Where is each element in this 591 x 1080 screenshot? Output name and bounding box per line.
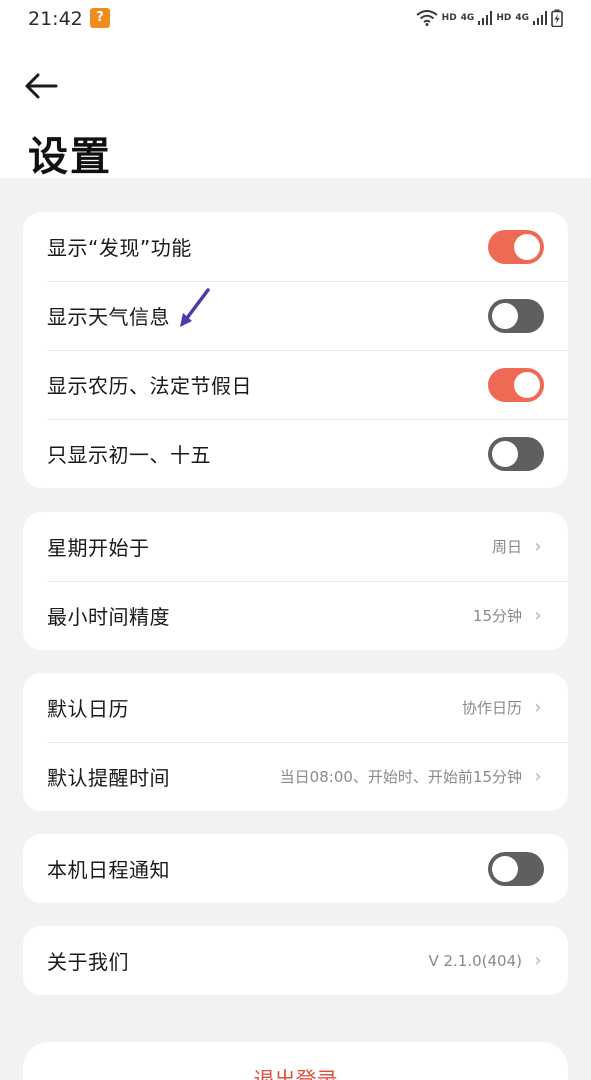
chevron-right-icon: ›: [534, 697, 542, 718]
chevron-right-icon: ›: [534, 766, 542, 787]
notification-card: 本机日程通知: [23, 834, 568, 903]
setting-row-week-start[interactable]: 星期开始于 周日 ›: [23, 512, 568, 581]
discover-toggle[interactable]: [488, 229, 544, 264]
hd-label-1: HD: [441, 13, 457, 23]
setting-value: 协作日历: [461, 699, 522, 717]
about-card: 关于我们 V 2.1.0(404) ›: [23, 926, 568, 995]
setting-row-time-precision[interactable]: 最小时间精度 15分钟 ›: [23, 581, 568, 650]
toggle-knob: [514, 233, 540, 260]
setting-label: 星期开始于: [47, 536, 150, 560]
setting-label: 默认提醒时间: [47, 766, 170, 790]
chevron-right-icon: ›: [534, 605, 542, 626]
network-label-1: 4G: [460, 13, 475, 23]
setting-row-first-fifteenth: 只显示初一、十五: [23, 419, 568, 488]
setting-label: 默认日历: [47, 697, 129, 721]
setting-label: 本机日程通知: [47, 858, 170, 882]
setting-label: 显示农历、法定节假日: [47, 374, 252, 398]
setting-label: 显示天气信息: [47, 305, 170, 329]
status-icons: HD 4G HD 4G: [416, 9, 563, 27]
signal-icon-2: [533, 11, 547, 25]
week-settings-card: 星期开始于 周日 › 最小时间精度 15分钟 ›: [23, 512, 568, 650]
page-title: 设置: [28, 134, 112, 180]
lunar-holidays-toggle[interactable]: [488, 367, 544, 402]
setting-value: 15分钟: [472, 607, 522, 625]
setting-label: 显示“发现”功能: [47, 236, 192, 260]
toggle-knob: [492, 855, 518, 882]
display-settings-card: 显示“发现”功能 显示天气信息 显示农历、法定节假日 只显示初一、十五: [23, 212, 568, 488]
setting-row-lunar-holidays: 显示农历、法定节假日: [23, 350, 568, 419]
wifi-icon: [416, 10, 438, 26]
status-bar: 21:42 ? HD 4G HD 4G: [0, 0, 591, 38]
setting-label: 关于我们: [47, 950, 129, 974]
setting-row-default-reminder[interactable]: 默认提醒时间 当日08:00、开始时、开始前15分钟 ›: [23, 742, 568, 811]
notification-badge-icon: ?: [90, 8, 110, 28]
signal-icon: [478, 11, 493, 25]
setting-row-local-notification: 本机日程通知: [23, 834, 568, 903]
network-label-2: 4G: [515, 13, 529, 23]
back-button[interactable]: [22, 66, 62, 106]
version-value: V 2.1.0(404): [428, 951, 522, 970]
chevron-right-icon: ›: [534, 950, 542, 971]
setting-row-about[interactable]: 关于我们 V 2.1.0(404) ›: [23, 926, 568, 995]
setting-value: 周日: [491, 538, 522, 556]
hd-label-2: HD: [496, 13, 512, 23]
logout-label: 退出登录: [253, 1068, 338, 1080]
battery-charging-icon: [551, 9, 563, 27]
setting-label: 最小时间精度: [47, 605, 170, 629]
setting-row-discover: 显示“发现”功能: [23, 212, 568, 281]
arrow-left-icon: [25, 73, 58, 99]
local-notification-toggle[interactable]: [488, 851, 544, 886]
header-area: 21:42 ? HD 4G HD 4G 设置: [0, 0, 591, 180]
weather-toggle[interactable]: [488, 298, 544, 333]
status-time: 21:42: [28, 8, 83, 30]
toggle-knob: [492, 302, 518, 329]
setting-row-weather: 显示天气信息: [23, 281, 568, 350]
first-fifteenth-toggle[interactable]: [488, 436, 544, 471]
setting-label: 只显示初一、十五: [47, 443, 211, 467]
default-settings-card: 默认日历 协作日历 › 默认提醒时间 当日08:00、开始时、开始前15分钟 ›: [23, 673, 568, 811]
setting-value: 当日08:00、开始时、开始前15分钟: [279, 768, 522, 786]
toggle-knob: [514, 371, 540, 398]
chevron-right-icon: ›: [534, 536, 542, 557]
logout-button[interactable]: 退出登录: [23, 1042, 568, 1080]
toggle-knob: [492, 440, 518, 467]
setting-row-default-calendar[interactable]: 默认日历 协作日历 ›: [23, 673, 568, 742]
